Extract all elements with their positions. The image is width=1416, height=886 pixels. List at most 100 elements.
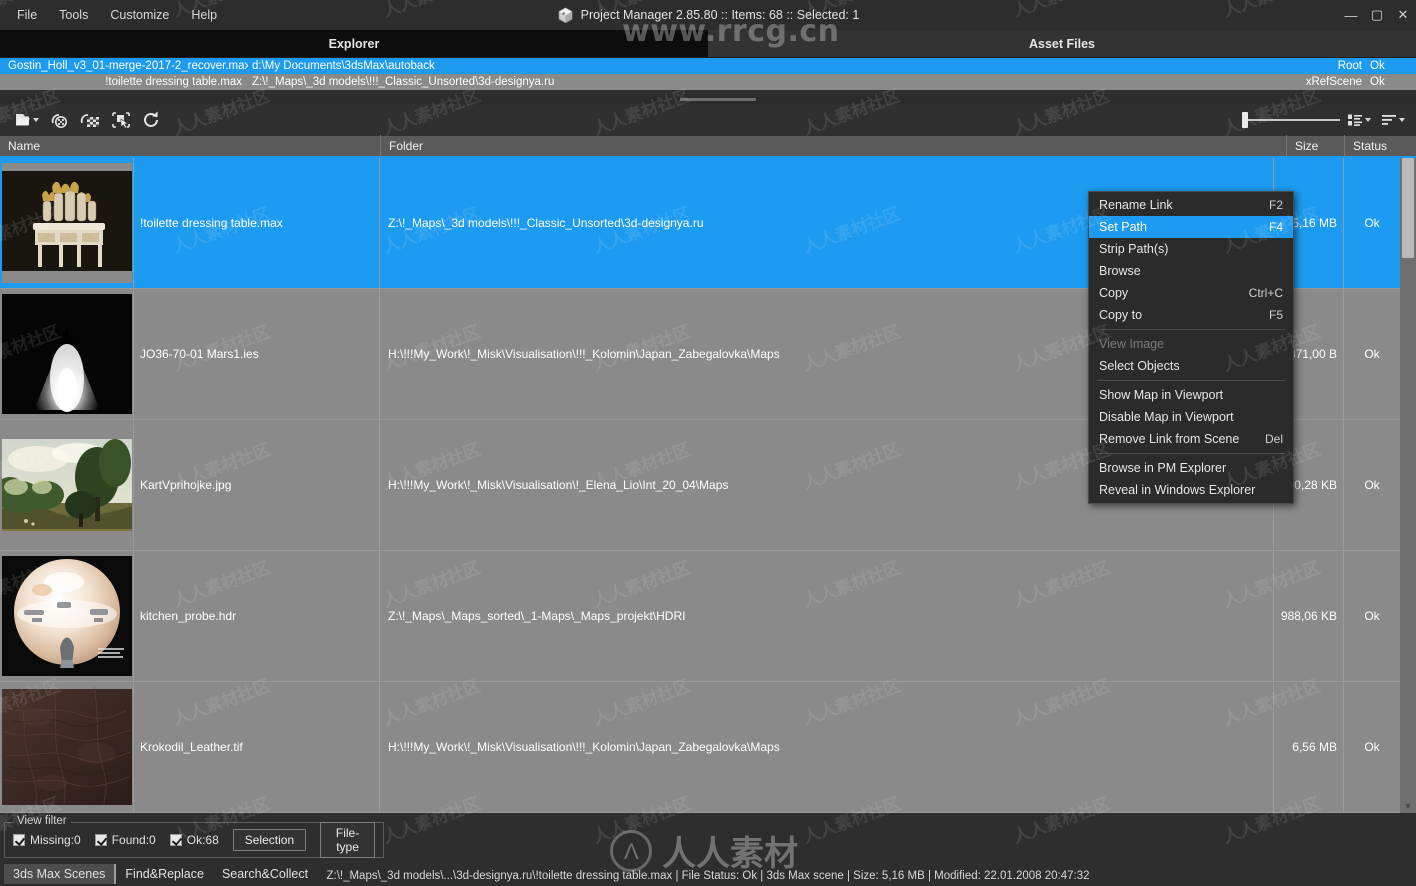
collect-assets-icon[interactable] [46,107,76,133]
checkbox-label: Found:0 [111,833,156,847]
thumbnail-cell[interactable] [0,551,134,681]
column-header-name[interactable]: Name [0,135,380,157]
menu-file[interactable]: File [6,3,48,27]
toolbar-right-group [1242,109,1408,131]
thumbnail-cell[interactable] [0,420,134,550]
checkbox-found[interactable]: Found:0 [94,833,156,847]
splitter-grip[interactable] [680,98,756,101]
context-menu-item-set-path[interactable]: Set Path F4 [1089,216,1293,238]
window-title: Project Manager 2.85.80 :: Items: 68 :: … [580,8,860,22]
file-status: Ok [1364,609,1380,623]
open-folder-icon[interactable] [8,107,46,133]
menu-item-accel: F4 [1268,220,1283,234]
thumbnail-leather-texture [1,687,132,807]
explorer-row-name: !toilette dressing table.max [105,76,242,88]
window-controls: — ▢ ✕ [1338,0,1416,30]
explorer-row[interactable]: Gostin_Holl_v3_01-merge-2017-2_recover.m… [0,58,1416,74]
panel-splitter[interactable] [0,95,1416,104]
view-mode-dropdown[interactable] [1344,111,1374,129]
context-menu-item-strip-paths[interactable]: Strip Path(s) [1089,238,1293,260]
thumbnail-ies-light-cone [1,294,132,414]
column-header-status[interactable]: Status [1344,135,1400,157]
tab-find-replace[interactable]: Find&Replace [116,864,213,884]
chevron-down-icon [1399,118,1405,122]
menu-help[interactable]: Help [180,3,228,27]
project-manager-window: File Tools Customize Help Project Manage… [0,0,1416,886]
app-logo-icon [557,7,574,24]
context-menu-item-show-map-in-viewport[interactable]: Show Map in Viewport [1089,384,1293,406]
explorer-scene-list[interactable]: Gostin_Holl_v3_01-merge-2017-2_recover.m… [0,58,1416,95]
menu-item-accel: Ctrl+C [1248,286,1283,300]
checkbox-box-icon[interactable] [13,834,25,846]
checkbox-box-icon[interactable] [169,834,182,846]
menu-item-label: Disable Map in Viewport [1099,410,1234,424]
checkbox-ok[interactable]: Ok:68 [169,833,219,847]
menu-item-label: Remove Link from Scene [1099,432,1240,446]
checkbox-box-icon[interactable] [94,834,107,846]
menu-item-label: Rename Link [1099,198,1173,212]
menu-item-accel: F2 [1268,198,1283,212]
explorer-row-status: Ok [1370,60,1385,72]
context-menu-item-rename-link[interactable]: Rename Link F2 [1089,194,1293,216]
table-row[interactable]: Krokodil_Leather.tif H:\!!!My_Work\!_Mis… [0,682,1416,813]
thumbnail-cell[interactable] [0,682,134,812]
sort-dropdown[interactable] [1378,111,1408,129]
thumbnail-size-slider[interactable] [1242,109,1340,131]
bottom-tab-bar: 3ds Max Scenes Find&Replace Search&Colle… [4,864,317,884]
explorer-row-type: Root [1337,60,1362,72]
vertical-scrollbar[interactable]: ▲ ▼ [1400,158,1416,813]
view-filter-legend: View filter [13,815,71,827]
title-bar: File Tools Customize Help Project Manage… [0,0,1416,30]
column-header-folder[interactable]: Folder [380,135,1286,157]
context-menu-item-reveal-in-windows-explorer[interactable]: Reveal in Windows Explorer [1089,479,1293,501]
file-name: JO36-70-01 Mars1.ies [134,289,380,419]
tab-3ds-max-scenes[interactable]: 3ds Max Scenes [4,864,117,884]
close-button[interactable]: ✕ [1390,0,1416,30]
select-objects-icon[interactable] [106,107,136,133]
thumbnail-cell[interactable] [0,158,134,288]
context-menu-item-browse-in-pm-explorer[interactable]: Browse in PM Explorer [1089,457,1293,479]
file-status: Ok [1364,740,1380,754]
menu-separator [1097,380,1285,381]
menu-item-accel: Del [1264,432,1283,446]
explorer-row[interactable]: !toilette dressing table.max Z:\!_Maps\_… [0,74,1416,90]
menu-item-label: View Image [1099,337,1165,351]
thumbnail-cell[interactable] [0,289,134,419]
tab-explorer[interactable]: Explorer [0,30,708,58]
file-size: 6,56 MB [1274,682,1344,812]
column-header-size[interactable]: Size [1286,135,1344,157]
checkbox-missing[interactable]: Missing:0 [13,833,81,847]
column-header-row: Name Folder Size Status [0,135,1416,158]
context-menu-item-browse[interactable]: Browse [1089,260,1293,282]
menu-item-label: Show Map in Viewport [1099,388,1224,402]
file-status: Ok [1364,216,1380,230]
context-menu[interactable]: Rename Link F2 Set Path F4 Strip Path(s)… [1088,191,1294,504]
menu-item-accel: F5 [1268,308,1283,322]
menu-bar: File Tools Customize Help [0,0,228,30]
refresh-icon[interactable] [136,107,166,133]
panel-tab-bar: Explorer Asset Files [0,30,1416,58]
minimize-button[interactable]: — [1338,0,1364,30]
context-menu-item-copy[interactable]: Copy Ctrl+C [1089,282,1293,304]
menu-tools[interactable]: Tools [48,3,99,27]
tab-asset-files[interactable]: Asset Files [708,30,1416,58]
slider-knob[interactable] [1242,112,1248,128]
thumbnail-landscape-painting [1,425,132,545]
file-type-button[interactable]: File-type [320,822,375,858]
table-row[interactable]: kitchen_probe.hdr Z:\!_Maps\_Maps_sorted… [0,551,1416,682]
context-menu-item-remove-link-from-scene[interactable]: Remove Link from Scene Del [1089,428,1293,450]
menu-item-label: Reveal in Windows Explorer [1099,483,1256,497]
scrollbar-thumb[interactable] [1402,158,1414,258]
context-menu-item-copy-to[interactable]: Copy to F5 [1089,304,1293,326]
asset-toolbar [0,104,1416,136]
maximize-button[interactable]: ▢ [1364,0,1390,30]
context-menu-item-select-objects[interactable]: Select Objects [1089,355,1293,377]
tab-search-collect[interactable]: Search&Collect [213,864,317,884]
scroll-down-icon[interactable]: ▼ [1400,799,1416,813]
collect-maps-icon[interactable] [76,107,106,133]
selection-button[interactable]: Selection [232,829,307,851]
view-filter-group: View filter Missing:0 Found:0 Ok:68 Sele… [4,815,384,858]
menu-customize[interactable]: Customize [99,3,180,27]
context-menu-item-disable-map-in-viewport[interactable]: Disable Map in Viewport [1089,406,1293,428]
explorer-row-status: Ok [1370,76,1385,88]
